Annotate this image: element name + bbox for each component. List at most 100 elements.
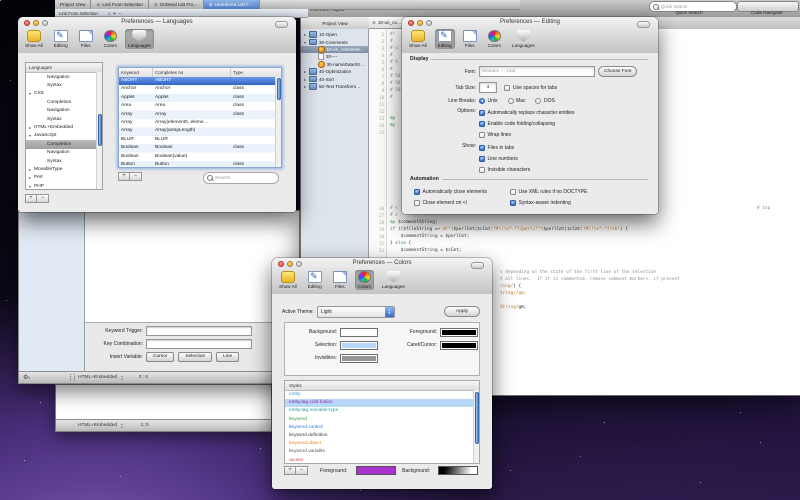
gear-dropdown-arrow-icon[interactable]: ▾ [28, 376, 30, 380]
add-button[interactable]: + [284, 466, 296, 475]
checkbox-icon[interactable] [504, 85, 510, 91]
project-tree-item[interactable]: 10-un_comment… [301, 46, 368, 53]
disclosure-triangle-icon[interactable]: ▸ [303, 32, 307, 37]
search-input[interactable]: Search [203, 172, 279, 184]
column-header-type[interactable]: Type [231, 68, 281, 77]
toolbar-item-files[interactable]: Files [76, 29, 96, 49]
toolbar-collapse-button[interactable] [637, 21, 650, 28]
tab-close-icon[interactable]: ⊗ [372, 20, 376, 26]
stepper-icon[interactable]: ▴▾ [121, 375, 123, 381]
checkbox-icon[interactable]: ✓ [479, 110, 485, 116]
toolbar-item-colors[interactable]: Colors [101, 29, 120, 49]
colors-window-chrome[interactable]: Preferences — Colors Show AllEditingFile… [272, 258, 492, 295]
checkbox-row[interactable]: ✓Line numbers [479, 154, 530, 163]
language-list-item[interactable]: Syntax [26, 81, 102, 89]
subbar-icon[interactable]: ♥ [113, 11, 116, 16]
keyword-table-row[interactable]: ArrayArray(element0, eleme… [119, 119, 275, 127]
keyword-table-row[interactable]: AreaAreaclass [119, 102, 275, 110]
toolbar-item-files[interactable]: Files [460, 29, 480, 49]
subbar-tab-label[interactable]: Link From Selection [59, 11, 98, 16]
project-tree-item[interactable]: ▸40-Optimization [301, 68, 368, 75]
splitter-grip-icon[interactable] [70, 374, 75, 381]
background-tab[interactable]: Project View [55, 0, 91, 9]
checkbox-icon[interactable]: ✓ [510, 200, 516, 206]
style-item[interactable]: keyword.control [285, 424, 479, 432]
language-list-item[interactable]: ▸HTML+Embedded [26, 123, 102, 131]
style-item[interactable]: entity.tag.movable-type [285, 407, 479, 415]
tab-size-field[interactable]: 4 [479, 82, 497, 93]
language-list-item[interactable]: ▾CSS [26, 90, 102, 98]
radio-row[interactable]: Mac [508, 96, 526, 105]
toolbar-item-files[interactable]: Files [330, 270, 350, 290]
project-tree-item[interactable]: ▸50-Text Transform… [301, 83, 368, 90]
language-list-item[interactable]: Completion [26, 140, 102, 148]
language-list-item[interactable]: Navigation [26, 107, 102, 115]
checkbox-icon[interactable] [414, 200, 420, 206]
keyword-table-row[interactable]: AnchorAnchorclass [119, 85, 275, 93]
background-tab[interactable]: ⊗Link From Selection [91, 0, 148, 9]
checkbox-icon[interactable]: ✓ [414, 189, 420, 195]
project-tree-item[interactable]: ▸10-Open [301, 31, 368, 38]
keyword-trigger-input[interactable] [146, 326, 252, 336]
style-item[interactable]: keyword.object [285, 440, 479, 448]
language-list-item[interactable]: Syntax [26, 115, 102, 123]
font-field[interactable]: Monaco — 11pt [479, 66, 595, 77]
style-item[interactable]: quotes [285, 457, 479, 465]
choose-font-button[interactable]: Choose Font [598, 66, 637, 77]
checkbox-icon[interactable]: ✓ [479, 145, 485, 151]
checkbox-row[interactable]: ✓Syntax-aware indenting [510, 198, 588, 207]
keyword-table-row[interactable]: ButtonButtonclass [119, 161, 275, 167]
disclosure-triangle-icon[interactable]: ▸ [303, 69, 307, 74]
toolbar-item-editing[interactable]: Editing [305, 270, 325, 290]
scrollbar-thumb[interactable] [475, 392, 479, 444]
checkbox-row[interactable]: ✓Files in tabs [479, 143, 530, 152]
checkbox-row[interactable]: ✓Automatically close elements [414, 187, 487, 196]
toolbar-item-languages[interactable]: Languages [379, 270, 408, 290]
style-item[interactable]: keyword [285, 416, 479, 424]
language-list-item[interactable]: Navigation [26, 149, 102, 157]
disclosure-triangle-icon[interactable]: ▸ [303, 77, 307, 82]
checkbox-row[interactable]: Use XML rules if no DOCTYPE [510, 187, 588, 196]
column-header-keyword[interactable]: Keyword [119, 68, 153, 77]
tab-close-icon[interactable]: ⊗ [209, 2, 213, 8]
color-well[interactable] [440, 328, 478, 337]
language-list-item[interactable]: ▸MovableType [26, 165, 102, 173]
toolbar-item-languages[interactable]: Languages [125, 29, 154, 49]
checkbox-icon[interactable] [510, 189, 516, 195]
style-item[interactable]: entity [285, 391, 479, 399]
radio-icon[interactable] [508, 98, 514, 104]
keyword-table-row[interactable]: BLURBLUR [119, 136, 275, 144]
remove-button[interactable]: − [296, 466, 308, 475]
language-list-item[interactable]: Syntax [26, 157, 102, 165]
radio-row[interactable]: Unix [479, 96, 498, 105]
toolbar-item-colors[interactable]: Colors [485, 29, 504, 49]
scrollbar-thumb[interactable] [277, 78, 281, 100]
checkbox-icon[interactable]: ✓ [479, 121, 485, 127]
disclosure-triangle-icon[interactable]: ▾ [303, 40, 307, 45]
keyword-table-row[interactable]: BooleanBoolean(value) [119, 153, 275, 161]
subbar-icon[interactable]: ‹› [119, 11, 122, 16]
keyword-table-row[interactable]: ABORTABORT [119, 77, 275, 85]
toolbar-collapse-button[interactable] [471, 262, 484, 269]
color-well[interactable] [340, 341, 378, 350]
tab-close-icon[interactable]: ⊗ [96, 2, 100, 8]
disclosure-triangle-icon[interactable]: ▸ [303, 84, 307, 89]
toolbar-item-editing[interactable]: Editing [51, 29, 71, 49]
checkbox-row[interactable]: Invisible characters [479, 165, 530, 174]
project-tree-item[interactable]: 30-nameDateStr… [301, 61, 368, 68]
active-theme-dropdown[interactable]: Light ▲▼ [317, 306, 395, 318]
languages-window-chrome[interactable]: Preferences — Languages Show AllEditingF… [18, 17, 296, 54]
checkbox-icon[interactable]: ✓ [479, 156, 485, 162]
insert-variable-button[interactable]: Line [216, 352, 239, 362]
style-item[interactable]: entity.tag.cold-fusion [285, 399, 479, 407]
checkbox-row[interactable]: ✓Automatically replace character entitie… [479, 108, 575, 117]
languages-sidebar-header[interactable]: Languages [26, 63, 102, 73]
style-item[interactable]: keyword.variable [285, 448, 479, 456]
apply-button[interactable]: Apply [444, 306, 480, 317]
checkbox-row[interactable]: Wrap lines [479, 130, 575, 139]
tab-close-icon[interactable]: ⊗ [154, 2, 158, 8]
checkbox-row[interactable]: Close element on </ [414, 198, 487, 207]
toolbar-item-showall[interactable]: Show All [276, 270, 300, 290]
editing-window-chrome[interactable]: Preferences — Editing Show AllEditingFil… [402, 17, 658, 54]
color-well[interactable] [440, 341, 478, 350]
